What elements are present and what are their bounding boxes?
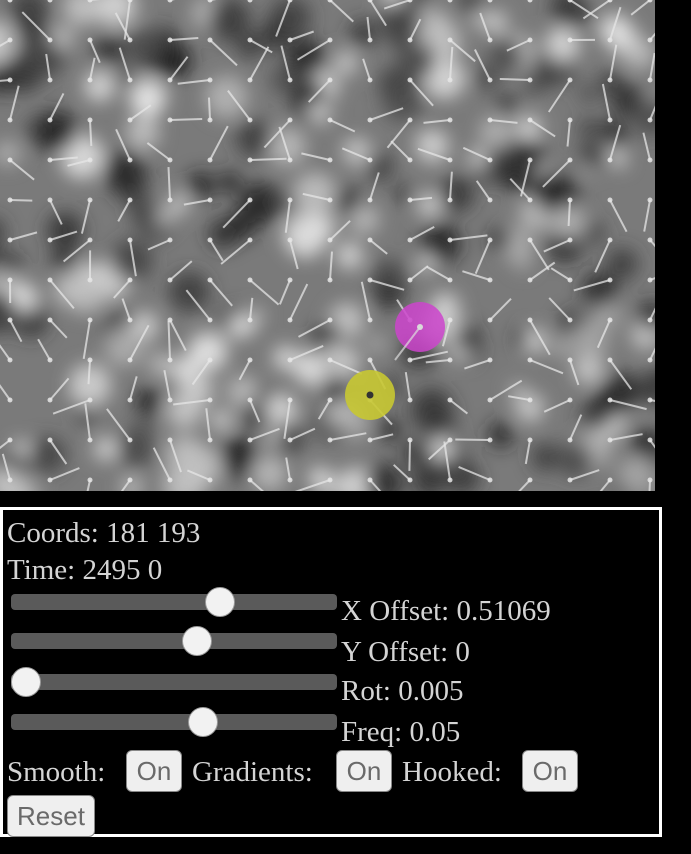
coords-readout: Coords: 181 193 <box>7 516 200 550</box>
hooked-label: Hooked: <box>402 756 502 788</box>
time-value-a: 2495 <box>82 554 141 586</box>
slider-thumb[interactable] <box>188 707 219 737</box>
slider-thumb[interactable] <box>10 667 41 697</box>
slider-thumb[interactable] <box>181 626 212 656</box>
noise-canvas-svg[interactable] <box>0 0 655 491</box>
y-offset-slider[interactable] <box>11 626 337 656</box>
coords-y: 193 <box>156 517 201 549</box>
rot-slider[interactable] <box>10 667 337 697</box>
smooth-toggle-button[interactable]: On <box>126 750 182 792</box>
y-offset-label: Y Offset: 0 <box>341 636 470 668</box>
x-offset-label: X Offset: 0.51069 <box>341 595 551 627</box>
yellow-marker[interactable] <box>345 370 395 420</box>
x-offset-slider[interactable] <box>11 587 337 617</box>
reset-button[interactable]: Reset <box>7 795 95 837</box>
coords-label: Coords: <box>7 517 99 549</box>
time-readout: Time: 2495 0 <box>7 553 162 587</box>
gradients-label: Gradients: <box>192 756 313 788</box>
noise-canvas[interactable] <box>0 0 655 491</box>
time-label: Time: <box>7 554 76 586</box>
freq-slider[interactable] <box>11 707 337 737</box>
hooked-toggle-button[interactable]: On <box>522 750 578 792</box>
rot-label: Rot: 0.005 <box>341 675 464 707</box>
gradients-toggle-button[interactable]: On <box>336 750 392 792</box>
smooth-label: Smooth: <box>7 756 106 788</box>
freq-label: Freq: 0.05 <box>341 716 461 748</box>
coords-x: 181 <box>106 517 150 549</box>
control-panel: Coords: 181 193 Time: 2495 0 X Offset: 0… <box>0 507 662 837</box>
slider-thumb[interactable] <box>204 587 235 617</box>
time-value-b: 0 <box>147 554 163 586</box>
